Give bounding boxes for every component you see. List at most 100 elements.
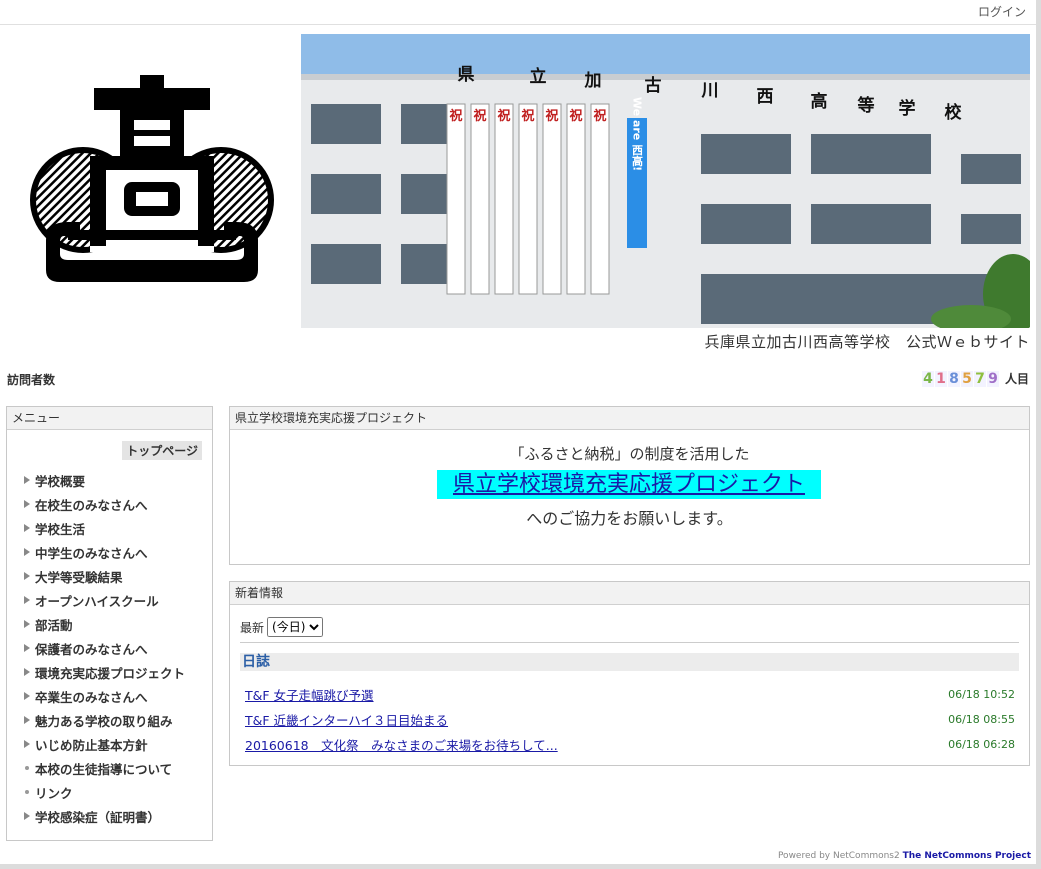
news-divider — [240, 642, 1019, 643]
news-item-time: 06/18 06:28 — [948, 738, 1015, 751]
window-right-edge — [1036, 0, 1041, 869]
news-filter-label: 最新 — [240, 620, 265, 635]
news-item: 20160618 文化祭 みなさまのご来場をお待ちして... 06/18 06:2… — [245, 732, 1015, 757]
counter-digit: 8 — [947, 370, 960, 387]
triangle-right-icon — [24, 524, 30, 532]
celebration-char: 祝 — [449, 108, 462, 124]
menu-panel: メニュー トップページ 学校概要在校生のみなさんへ 学校生活中学生のみなさんへ 大学… — [6, 406, 213, 841]
triangle-right-icon — [24, 716, 30, 724]
triangle-right-icon — [24, 548, 30, 556]
menu-item-label: 大学等受験結果 — [35, 569, 123, 585]
counter-digit: 1 — [934, 370, 947, 387]
menu-item[interactable]: 在校生のみなさんへ — [24, 492, 185, 516]
triangle-right-icon — [24, 692, 30, 700]
bullet-icon — [25, 790, 29, 794]
news-filter: 最新 (今日) — [240, 617, 324, 637]
school-name-char: 西 — [757, 87, 774, 107]
menu-item-label: 卒業生のみなさんへ — [35, 689, 148, 705]
menu-list: 学校概要在校生のみなさんへ 学校生活中学生のみなさんへ 大学等受験結果オープンハイス… — [24, 468, 185, 828]
news-item-title[interactable]: T&F 近畿インターハイ３日目始まる — [245, 710, 448, 729]
celebration-char: 祝 — [593, 108, 606, 124]
menu-item[interactable]: 大学等受験結果 — [24, 564, 185, 588]
top-bar: ログイン — [0, 0, 1036, 25]
footer-credit: Powered by NetCommons2 The NetCommons Pr… — [778, 851, 1031, 861]
menu-item[interactable]: 環境充実応援プロジェクト — [24, 660, 185, 684]
login-link[interactable]: ログイン — [978, 3, 1026, 20]
school-building-banner: We are 西高! 祝 祝 祝 祝 祝 祝 祝 県 立 加 古 川 西 高 等… — [301, 34, 1030, 328]
menu-item-label: 学校概要 — [35, 473, 86, 489]
triangle-right-icon — [24, 620, 30, 628]
menu-item[interactable]: 保護者のみなさんへ — [24, 636, 185, 660]
project-request-text: へのご協力をお願いします。 — [526, 509, 733, 528]
news-item-title[interactable]: 20160618 文化祭 みなさまのご来場をお待ちして... — [245, 735, 558, 754]
counter-digit: 7 — [973, 370, 986, 387]
triangle-right-icon — [24, 572, 30, 580]
counter-unit: 人目 — [1004, 372, 1029, 386]
menu-item[interactable]: 学校生活 — [24, 516, 185, 540]
menu-panel-title: メニュー — [7, 407, 212, 430]
project-panel-title: 県立学校環境充実応援プロジェクト — [230, 407, 1029, 430]
counter-digit: 4 — [921, 370, 934, 387]
menu-item-label: 学校感染症（証明書） — [35, 809, 161, 825]
news-item-title[interactable]: T&F 女子走幅跳び予選 — [245, 685, 374, 704]
menu-item[interactable]: 卒業生のみなさんへ — [24, 684, 185, 708]
menu-item[interactable]: 魅力ある学校の取り組み — [24, 708, 185, 732]
counter-digit: 5 — [960, 370, 973, 387]
news-list: T&F 女子走幅跳び予選 06/18 10:52 T&F 近畿インターハイ３日目始ま… — [245, 682, 1015, 757]
bullet-icon — [25, 766, 29, 770]
school-name-char: 校 — [945, 102, 963, 123]
menu-item[interactable]: いじめ防止基本方針 — [24, 732, 185, 756]
banner-flag-text: We are 西高! — [631, 97, 644, 171]
school-name-char: 等 — [858, 95, 875, 116]
news-item: T&F 近畿インターハイ３日目始まる 06/18 08:55 — [245, 707, 1015, 732]
menu-item[interactable]: 中学生のみなさんへ — [24, 540, 185, 564]
menu-item[interactable]: リンク — [24, 780, 185, 804]
school-name-char: 加 — [584, 71, 602, 91]
news-panel-title: 新着情報 — [230, 582, 1029, 605]
school-name-char: 学 — [899, 98, 916, 119]
menu-item-label: 魅力ある学校の取り組み — [35, 713, 173, 729]
celebration-char: 祝 — [521, 108, 534, 124]
menu-item-label: 学校生活 — [35, 521, 86, 537]
menu-item[interactable]: 本校の生徒指導について — [24, 756, 185, 780]
menu-item[interactable]: 部活動 — [24, 612, 185, 636]
menu-item-label: 中学生のみなさんへ — [35, 545, 148, 561]
menu-item-label: オープンハイスクール — [35, 593, 159, 609]
menu-item-label: 保護者のみなさんへ — [35, 641, 148, 657]
school-name-char: 古 — [645, 75, 662, 96]
school-name-char: 高 — [811, 91, 828, 112]
celebration-char: 祝 — [545, 108, 558, 124]
menu-item-label: いじめ防止基本方針 — [35, 737, 148, 753]
triangle-right-icon — [24, 812, 30, 820]
visitor-count-label: 訪問者数 — [7, 373, 56, 387]
celebration-char: 祝 — [569, 108, 582, 124]
visitor-counter: 4 1 8 5 7 9 人目 — [921, 370, 1029, 387]
celebration-char: 祝 — [473, 108, 486, 124]
news-panel: 新着情報 最新 (今日) 日誌 T&F 女子走幅跳び予選 06/18 10:52 T… — [229, 581, 1030, 766]
triangle-right-icon — [24, 740, 30, 748]
top-page-link[interactable]: トップページ — [122, 441, 202, 460]
menu-item-label: 本校の生徒指導について — [35, 761, 173, 777]
footer-project-link[interactable]: The NetCommons Project — [903, 851, 1031, 861]
site-caption: 兵庫県立加古川西高等学校 公式Ｗｅｂサイト — [704, 333, 1030, 351]
menu-item-label: リンク — [35, 785, 73, 801]
triangle-right-icon — [24, 596, 30, 604]
project-intro-text: 「ふるさと納税」の制度を活用した — [509, 445, 750, 463]
menu-item[interactable]: オープンハイスクール — [24, 588, 185, 612]
menu-item[interactable]: 学校概要 — [24, 468, 185, 492]
triangle-right-icon — [24, 500, 30, 508]
menu-item[interactable]: 学校感染症（証明書） — [24, 804, 185, 828]
triangle-right-icon — [24, 644, 30, 652]
school-name-char: 県 — [458, 65, 475, 85]
news-section-heading: 日誌 — [240, 653, 1019, 671]
news-item-time: 06/18 10:52 — [948, 688, 1015, 701]
school-emblem-logo — [30, 75, 274, 282]
celebration-char: 祝 — [497, 108, 510, 124]
menu-item-label: 部活動 — [35, 617, 73, 633]
news-item: T&F 女子走幅跳び予選 06/18 10:52 — [245, 682, 1015, 707]
news-period-select[interactable]: (今日) — [267, 617, 324, 637]
school-building-photo: We are 西高! 祝 祝 祝 祝 祝 祝 祝 県 立 加 古 川 西 高 等… — [301, 34, 1030, 328]
project-link[interactable]: 県立学校環境充実応援プロジェクト — [437, 470, 821, 499]
footer-powered: Powered by NetCommons2 — [777, 851, 900, 861]
menu-item-label: 在校生のみなさんへ — [35, 497, 148, 513]
